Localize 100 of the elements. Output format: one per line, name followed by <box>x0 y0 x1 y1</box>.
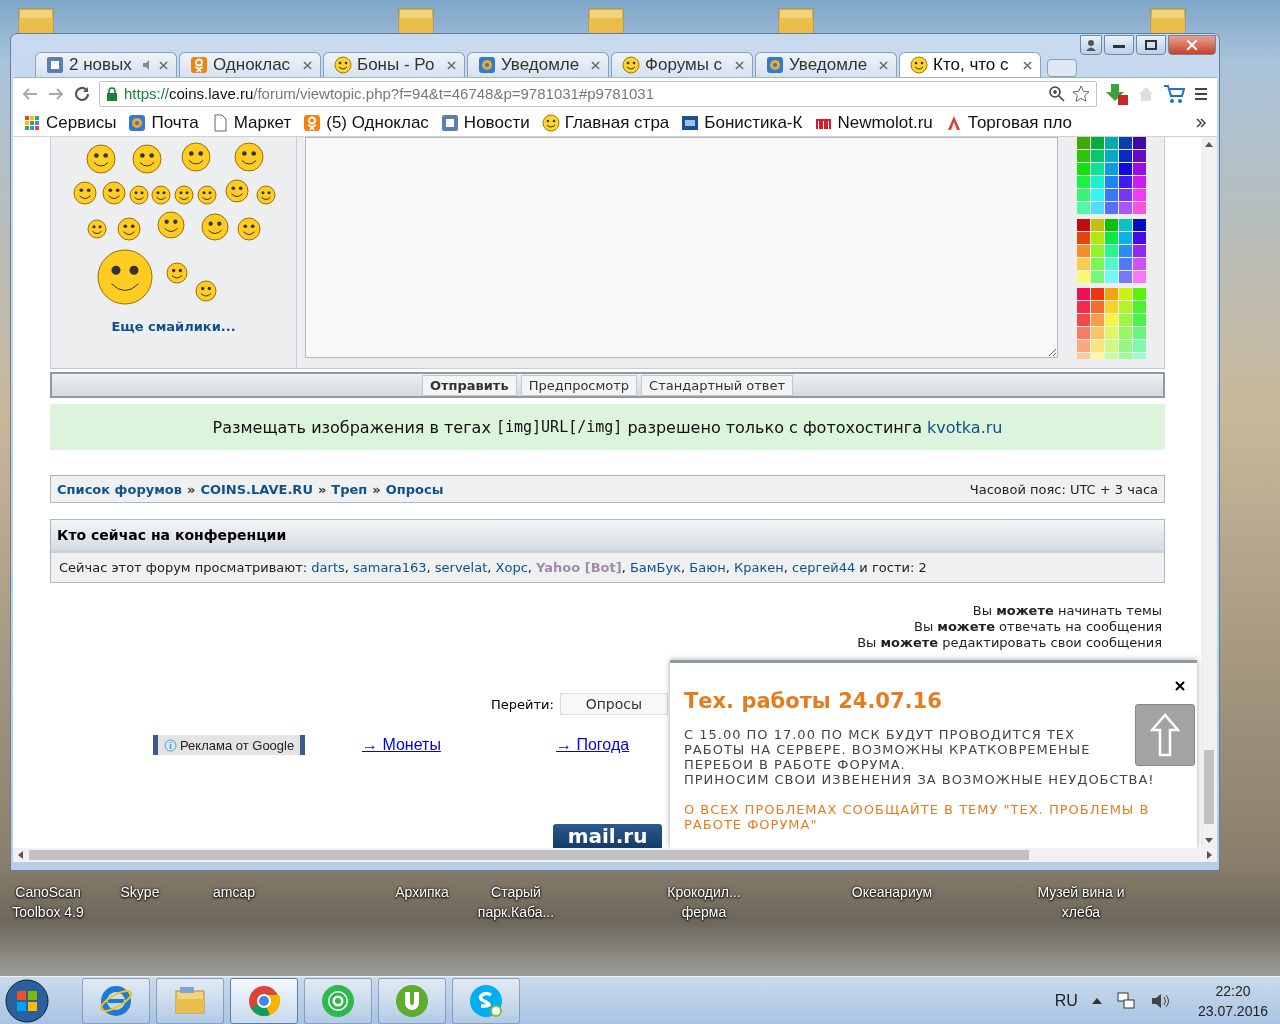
star-icon[interactable] <box>1072 84 1090 103</box>
browser-tab[interactable]: Одноклас <box>179 52 321 77</box>
maximize-button[interactable] <box>1136 35 1166 55</box>
horizontal-scrollbar[interactable] <box>13 848 1217 862</box>
minimize-button[interactable] <box>1104 35 1134 55</box>
bookmark-link[interactable]: Newmolot.ru <box>814 112 933 133</box>
chevron-icon[interactable] <box>1195 116 1207 129</box>
popup-apology: ПРИНОСИМ СВОИ ИЗВЕНЕНИЯ ЗА ВОЗМОЖНЫЕ НЕУДОБСТВА! <box>684 772 1156 787</box>
skype-icon <box>468 982 504 1019</box>
breadcrumb-separator: » <box>187 481 196 497</box>
desktop-icon-label[interactable]: Океанариум <box>844 882 940 902</box>
vertical-scrollbar[interactable] <box>1201 137 1217 848</box>
browser-tab[interactable]: Кто, что с <box>899 52 1041 77</box>
bookmark-link[interactable]: Почта <box>128 112 199 133</box>
apps-grid-icon <box>23 113 41 132</box>
person-icon <box>190 56 208 74</box>
popup-title: Тех. работы 24.07.16 <box>684 689 943 713</box>
news-icon <box>440 113 459 132</box>
lock-icon <box>106 86 118 101</box>
person-icon <box>303 113 322 132</box>
form-button[interactable]: Стандартный ответ <box>641 374 794 396</box>
bookmark-link[interactable]: Маркет <box>210 112 292 133</box>
close-button[interactable] <box>1168 35 1216 55</box>
form-button[interactable]: Предпросмотр <box>520 374 638 396</box>
close-icon <box>1186 39 1198 51</box>
jump-label: Перейти: <box>491 696 554 712</box>
scrollbar-thumb[interactable] <box>1204 750 1214 824</box>
browser-tab[interactable]: Уведомле <box>755 52 897 77</box>
kvotka-link[interactable]: kvotka.ru <box>927 417 1003 437</box>
bookmark-link[interactable]: Главная стра <box>541 112 670 133</box>
bookmark-link[interactable]: (5) Одноклас <box>303 112 429 133</box>
user-link[interactable]: darts <box>311 560 345 575</box>
bookmark-link[interactable]: Торговая пло <box>944 112 1073 133</box>
profile-button[interactable] <box>1080 35 1102 55</box>
browser-tab[interactable]: Уведомле <box>467 52 609 77</box>
more-smileys-link[interactable]: Еще смайлики... <box>111 319 236 334</box>
breadcrumb-separator: » <box>372 481 381 497</box>
reload-icon[interactable] <box>73 84 91 103</box>
left-arrow-icon <box>17 851 23 859</box>
language-indicator[interactable]: RU <box>1054 991 1078 1010</box>
start-button[interactable] <box>4 977 50 1024</box>
bookmark-link[interactable]: Новости <box>440 112 530 133</box>
down-arrow-icon <box>1205 838 1213 844</box>
smiley-icon <box>541 113 560 132</box>
taskbar-app-button[interactable] <box>452 977 520 1024</box>
taskbar-app-button[interactable] <box>304 977 372 1024</box>
browser-tab[interactable]: 2 новых <box>35 52 177 77</box>
address-bar[interactable]: https://coins.lave.ru/forum/viewtopic.php?f=94&t=46748&p=9781031#p9781031 <box>99 80 1097 107</box>
desktop-icon-label[interactable]: Архипка <box>374 882 470 902</box>
nav-link[interactable]: → Монеты <box>362 736 556 754</box>
user-link[interactable]: samara163 <box>353 560 427 575</box>
url-text: https://coins.lave.ru/forum/viewtopic.php?f=94&t=46748&p=9781031#p9781031 <box>124 85 654 102</box>
zoom-icon[interactable] <box>1048 84 1066 103</box>
google-ad-badge[interactable]: Реклама от Google <box>153 735 306 755</box>
breadcrumb-link[interactable]: Список форумов <box>57 481 182 497</box>
user-link[interactable]: Хорс <box>495 560 528 575</box>
taskbar-app-button[interactable] <box>230 977 298 1024</box>
user-link[interactable]: Кракен <box>733 560 784 575</box>
up-arrow-icon <box>1205 141 1213 147</box>
folder-icon[interactable] <box>18 6 54 36</box>
network-icon[interactable] <box>1115 990 1136 1011</box>
breadcrumb-link[interactable]: Треп <box>331 481 368 497</box>
forum-select[interactable]: Опросы <box>559 693 668 715</box>
up-arrow-icon[interactable] <box>1091 996 1102 1005</box>
desktop-icon-label[interactable]: Крокодил... ферма <box>656 882 752 922</box>
user-link[interactable]: Баюн <box>689 560 726 575</box>
desktop-icon-label[interactable]: amcap <box>186 882 282 902</box>
bookmark-link[interactable]: Сервисы <box>23 112 117 133</box>
user-link[interactable]: сергей44 <box>792 560 856 575</box>
browser-tab[interactable]: Форумы с <box>611 52 753 77</box>
popup-message: С 15.00 ПО 17.00 ПО МСК БУДУТ ПРОВОДИТСЯ ТЕХ РАБОТЫ НА СЕРВЕРЕ. ВОЗМОЖНЫ КРАТКОВРЕМЕНЫЕ ПЕРЕБОИ В РАБОТЕ ФОРУМА. <box>684 727 1092 772</box>
desktop-icon-label[interactable]: Старый парк.Каба... <box>468 882 564 922</box>
breadcrumb-link[interactable]: COINS.LAVE.RU <box>200 481 313 497</box>
download-arrow-icon[interactable] <box>1105 81 1129 106</box>
desktop-icon-label[interactable]: Музей вина и хлеба <box>1033 882 1129 922</box>
person-icon <box>1085 39 1097 51</box>
permission-text: Вы можете начинать темы <box>972 603 1162 619</box>
notice-text: Размещать изображения в тегах [img]URL[/img] разрешено только с фотохостинга kvotka.ru <box>50 404 1165 450</box>
form-button[interactable]: Отправить <box>421 374 517 396</box>
taskbar-app-button[interactable] <box>82 977 150 1024</box>
menu-icon[interactable] <box>1193 85 1209 102</box>
clock[interactable]: 22:20 23.07.2016 <box>1197 980 1268 1021</box>
scroll-top-button[interactable] <box>1135 704 1195 766</box>
maximize-icon <box>1145 40 1157 50</box>
folder-icon[interactable] <box>778 6 814 36</box>
scrollbar-thumb[interactable] <box>29 850 1029 860</box>
news-icon <box>46 56 64 74</box>
taskbar-app-button[interactable] <box>378 977 446 1024</box>
timezone-text: Часовой пояс: UTC + 3 часа <box>969 481 1158 497</box>
browser-tab[interactable]: Боны - Ро <box>323 52 465 77</box>
online-users-text: Сейчас этот форум просматривают: darts, samara163, servelat, Хорс, Yahoo [Bot], БамБук, Баюн, Кракен, сергей44 и гости: 2 <box>58 559 928 577</box>
cart-icon[interactable] <box>1163 83 1185 104</box>
folder-icon[interactable] <box>398 6 434 36</box>
close-icon[interactable] <box>1175 681 1185 691</box>
bookmark-link[interactable]: Бонистика-К <box>681 112 803 133</box>
folder-icon[interactable] <box>588 6 624 36</box>
message-input-field[interactable] <box>305 137 1058 358</box>
breadcrumb-link[interactable]: Опросы <box>385 481 444 497</box>
counter-logo[interactable]: mail.ru <box>553 824 662 848</box>
smiley-icon <box>334 56 352 74</box>
